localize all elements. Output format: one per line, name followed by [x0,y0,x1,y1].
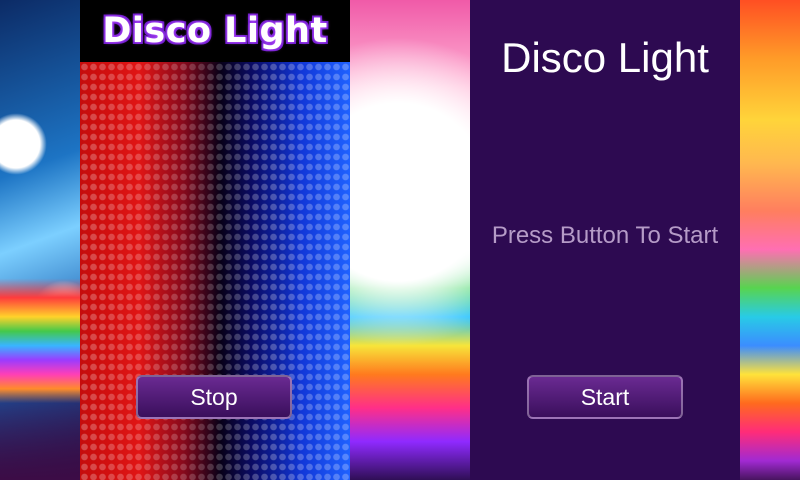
status-text: Press Button To Start [491,222,719,249]
stop-button[interactable]: Stop [136,375,292,419]
running-title: Disco Light [102,11,328,51]
decorative-left-panel [0,0,80,480]
running-screen: Disco Light Stop [80,0,350,480]
idle-screen: Disco Light Press Button To Start Start [470,0,740,480]
start-button[interactable]: Start [527,375,683,419]
running-title-bar: Disco Light [80,0,350,62]
idle-title: Disco Light [501,34,709,81]
decorative-right-panel [740,0,800,480]
decorative-middle-panel: ✦ [350,0,470,480]
